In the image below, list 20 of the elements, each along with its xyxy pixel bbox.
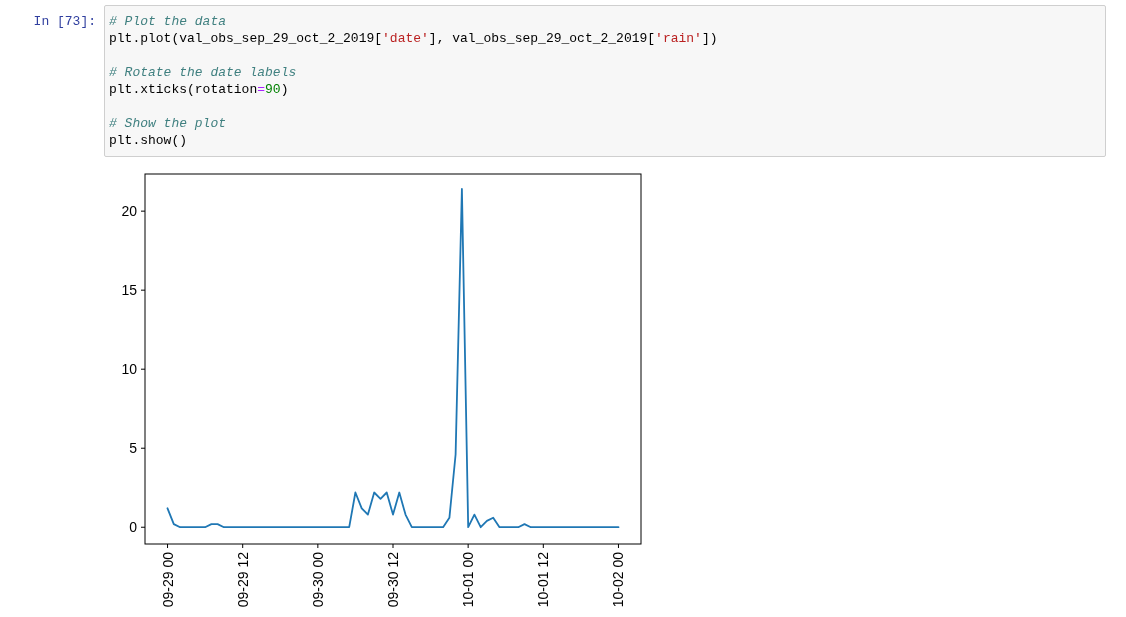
x-tick-label: 09-29 00 xyxy=(159,552,176,608)
x-tick-label: 09-30 12 xyxy=(385,552,401,608)
y-tick-label: 10 xyxy=(121,361,137,378)
code-comment: # Show the plot xyxy=(109,115,227,132)
code-line: plt.plot(val_obs_sep_29_oct_2_2019['date'], val_obs_sep_29_oct_2_2019['rain']) xyxy=(109,30,718,47)
code-line: plt.xticks(rotation=90) xyxy=(109,81,289,98)
cell-prompt: In [73]: xyxy=(32,13,97,31)
code-comment: # Rotate the date labels xyxy=(109,64,297,81)
y-tick-label: 15 xyxy=(121,282,137,299)
y-tick-label: 5 xyxy=(129,440,137,457)
x-tick-label: 10-01 00 xyxy=(460,552,477,608)
code-comment: # Plot the data xyxy=(109,13,227,30)
x-tick-label: 09-29 12 xyxy=(234,552,251,608)
code-line: plt.show() xyxy=(109,132,187,149)
code-cell[interactable]: # Plot the data plt.plot(val_obs_sep_29_oct_2_2019['date'], val_obs_sep_29_oct_2_2019['rain']) # Rotate the date labels plt.xticks(rotation=90) # Show the plot plt.show() xyxy=(104,5,1106,157)
y-tick-label: 0 xyxy=(129,519,137,536)
x-tick-label: 10-01 12 xyxy=(535,552,552,608)
x-tick-label: 09-30 00 xyxy=(309,552,326,608)
x-tick-label: 10-02 00 xyxy=(610,552,627,608)
y-tick-label: 20 xyxy=(121,203,137,220)
